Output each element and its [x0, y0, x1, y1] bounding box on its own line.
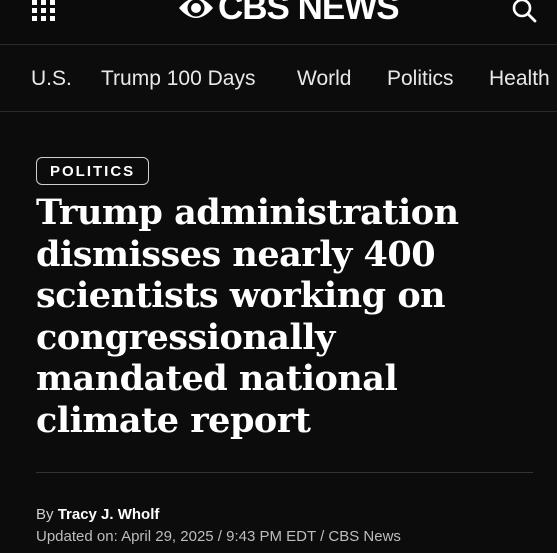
nav-item-trump-100-days[interactable]: Trump 100 Days	[101, 67, 255, 91]
dateline: Updated on: April 29, 2025 / 9:43 PM EDT…	[36, 528, 401, 545]
nav-item-us[interactable]: U.S.	[31, 67, 72, 91]
article-headline: Trump administration dismisses nearly 40…	[36, 192, 459, 441]
byline-prefix: By	[36, 506, 54, 523]
nav-item-politics[interactable]: Politics	[387, 67, 454, 91]
section-nav: U.S. Trump 100 Days World Politics Healt…	[0, 44, 557, 112]
byline: By Tracy J. Wholf	[36, 506, 159, 524]
cbs-news-logo[interactable]: CBS NEWS	[178, 0, 400, 28]
site-header: CBS NEWS	[0, 0, 557, 44]
search-icon[interactable]	[512, 0, 538, 26]
section-badge[interactable]: POLITICS	[36, 157, 150, 185]
divider	[36, 472, 533, 473]
grid-menu-icon[interactable]	[30, 0, 58, 24]
cbs-eye-icon	[179, 0, 213, 18]
article-header: POLITICS Trump administration dismisses …	[0, 112, 557, 553]
author-link[interactable]: Tracy J. Wholf	[58, 506, 160, 523]
nav-item-health[interactable]: Health	[489, 67, 550, 91]
nav-item-world[interactable]: World	[297, 67, 351, 91]
logo-wordmark: CBS NEWS	[218, 0, 400, 27]
